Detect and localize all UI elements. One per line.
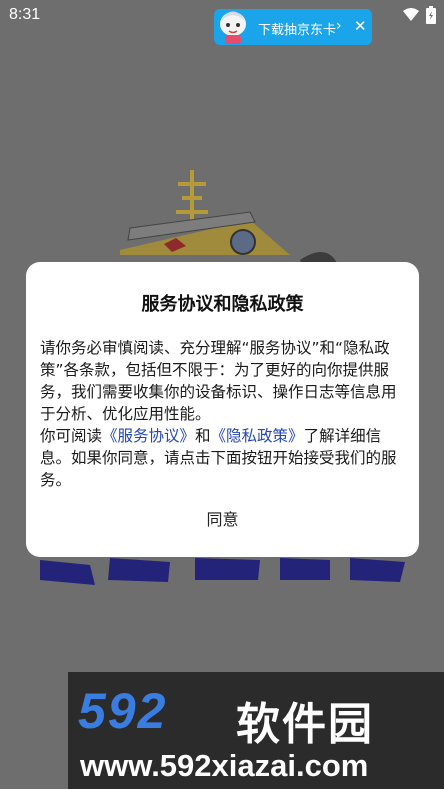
dialog-title: 服务协议和隐私政策 [141, 294, 304, 315]
promo-close-button[interactable]: ✕ [354, 17, 367, 35]
promo-text: 下载抽京东卡 [258, 23, 337, 38]
wifi-icon [403, 8, 419, 21]
dialog-paragraph-1: 请你务必审慎阅读、充分理解“服务协议”和“隐私政策”各条款，包括但不限于：为了更… [40, 339, 397, 423]
promo-banner[interactable]: 下载抽京东卡 › ✕ [214, 9, 372, 45]
dialog-body: 请你务必审慎阅读、充分理解“服务协议”和“隐私政策”各条款，包括但不限于：为了更… [40, 337, 410, 491]
watermark-brand: 软件园 [236, 699, 374, 750]
chevron-right-icon: › [336, 18, 342, 34]
watermark-number: 592 [78, 683, 168, 739]
mascot-icon [220, 11, 246, 44]
battery-icon [426, 6, 436, 24]
dialog-paragraph-2-and: 和 [195, 427, 211, 445]
dialog-paragraph-2-prefix: 你可阅读 [40, 427, 103, 445]
privacy-policy-dialog: 服务协议和隐私政策 请你务必审慎阅读、充分理解“服务协议”和“隐私政策”各条款，… [26, 262, 419, 557]
watermark-url: www.592xiazai.com [80, 748, 369, 783]
site-watermark: 592 软件园 www.592xiazai.com [68, 672, 444, 789]
status-icons [402, 6, 436, 24]
privacy-policy-link[interactable]: 《隐私政策》 [211, 427, 304, 445]
status-time: 8:31 [9, 6, 41, 23]
agree-button[interactable]: 同意 [26, 506, 419, 530]
service-agreement-link[interactable]: 《服务协议》 [102, 427, 195, 445]
